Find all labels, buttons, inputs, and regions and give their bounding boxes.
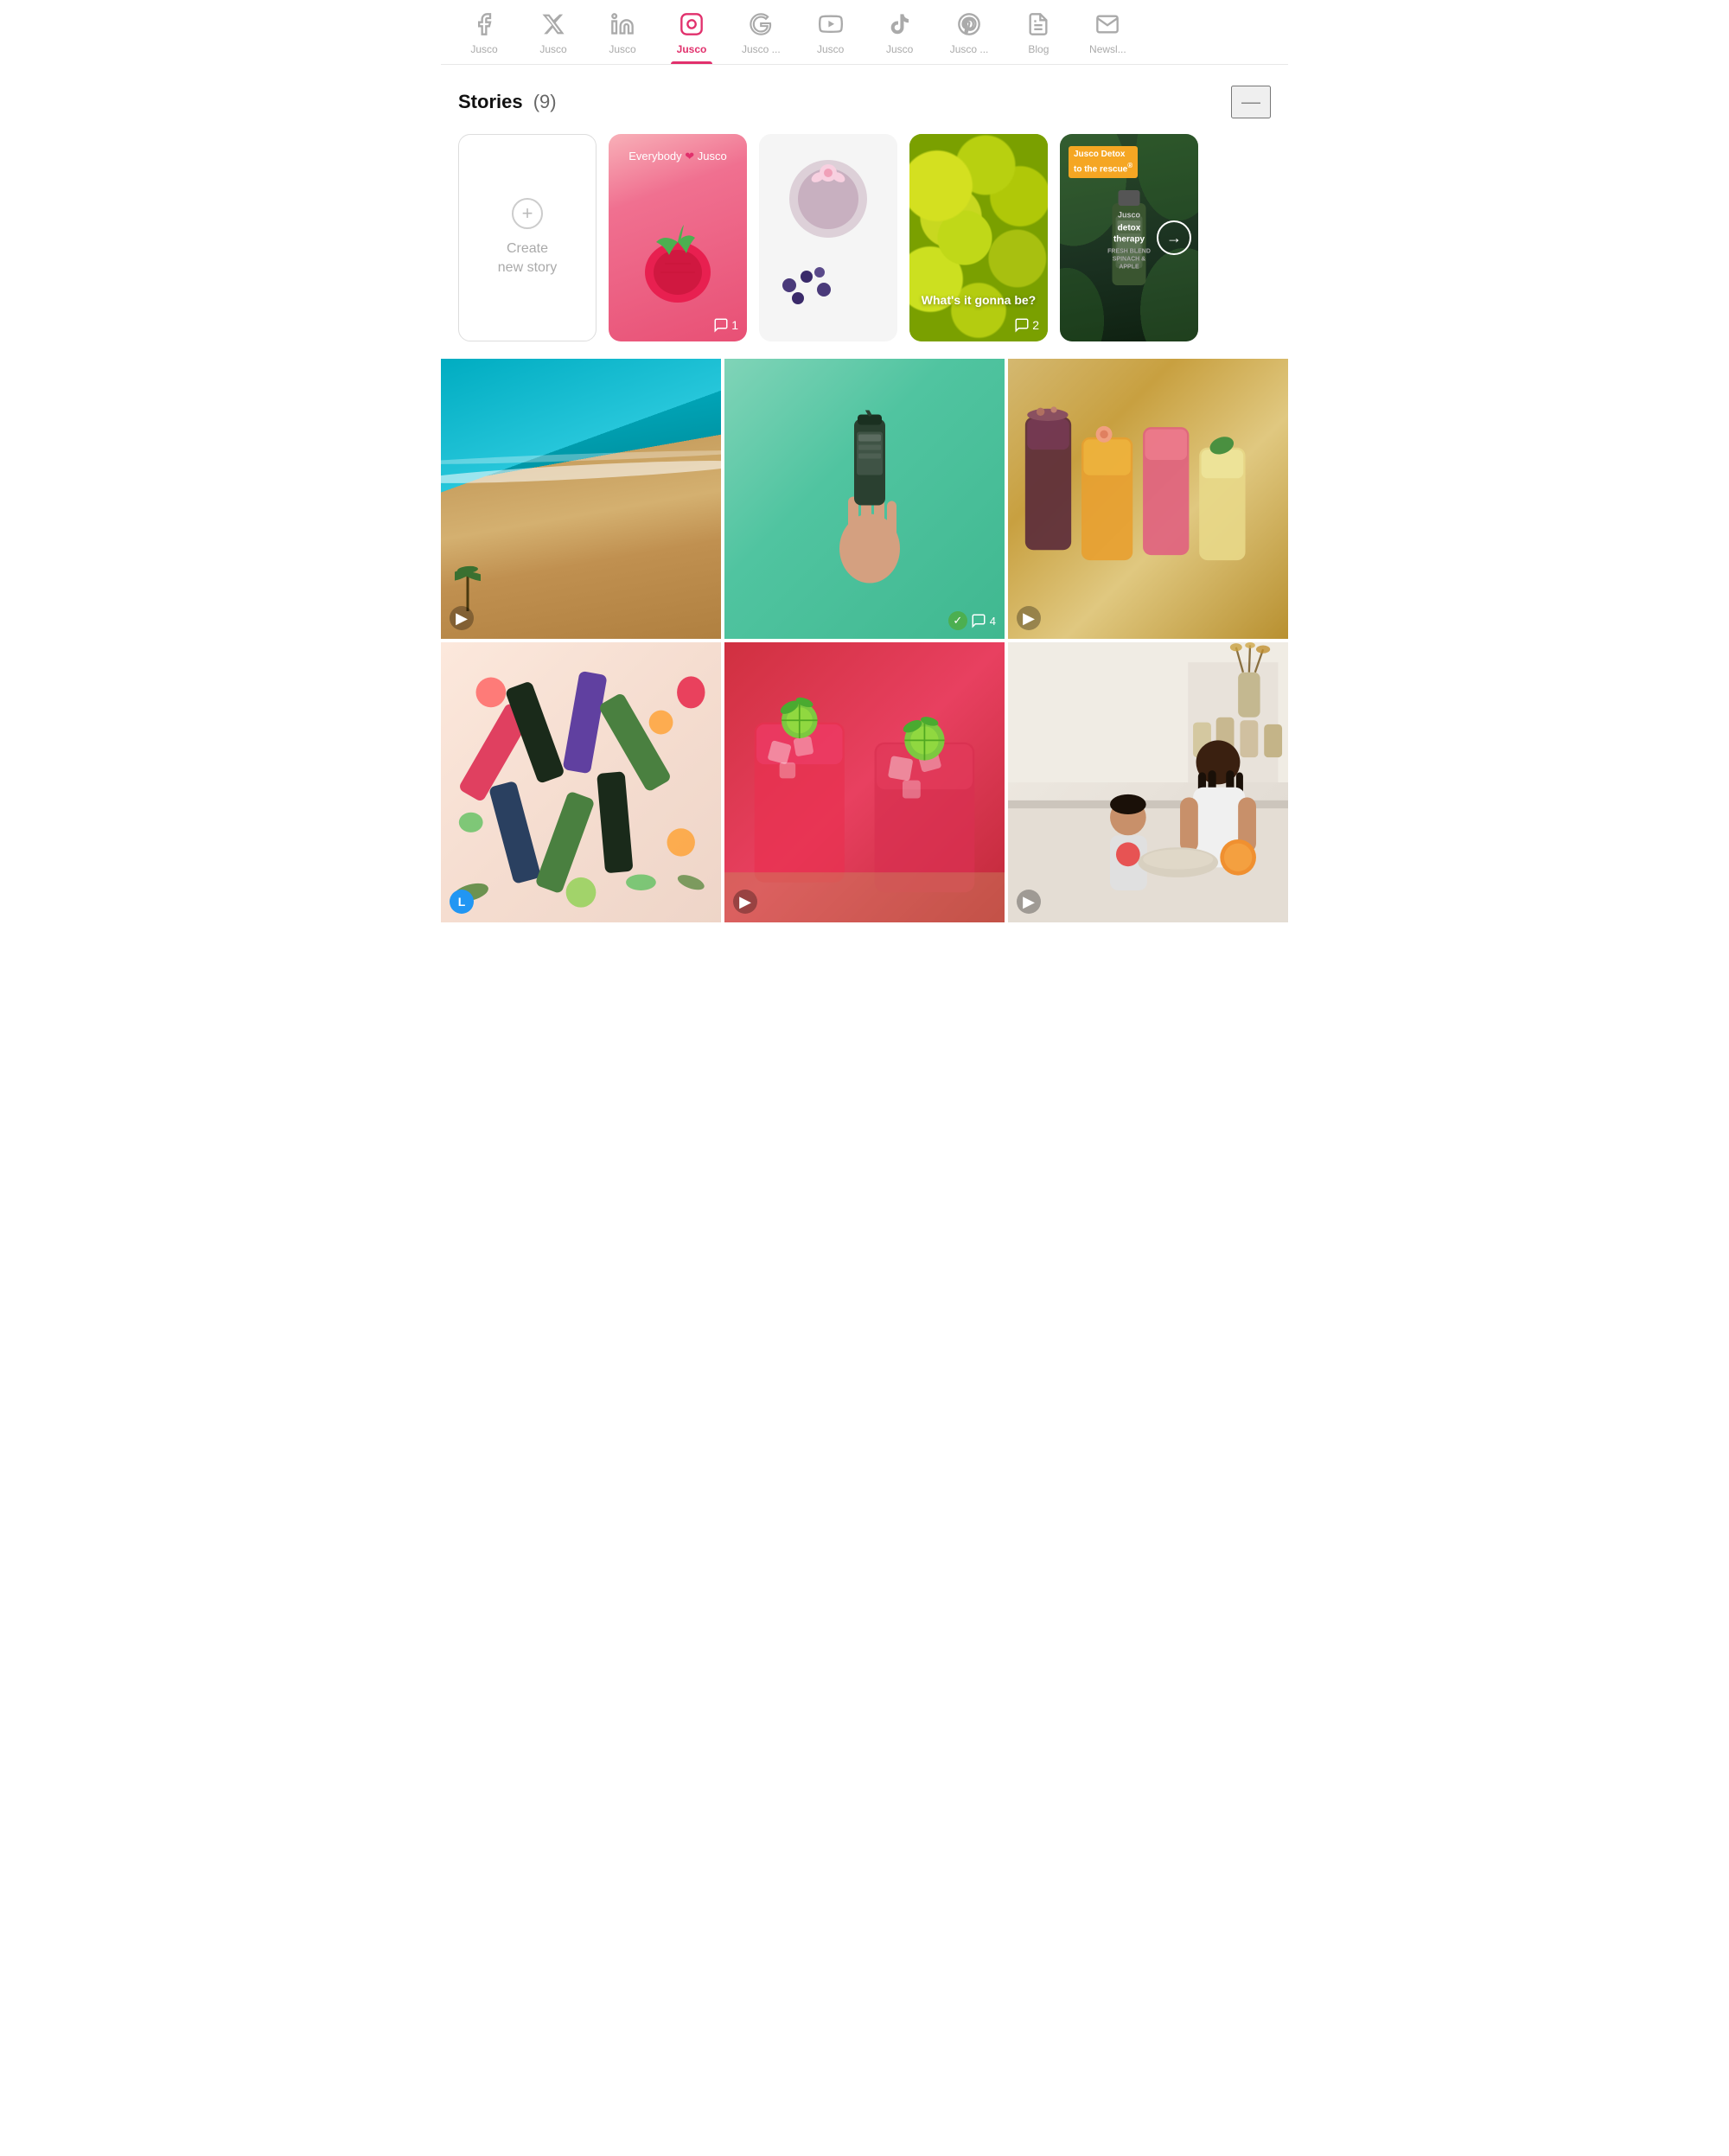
nav-instagram-label: Jusco	[677, 43, 707, 55]
story-card-strawberry[interactable]: Everybody ❤ Jusco 1	[609, 134, 747, 341]
tiktok-icon	[888, 12, 912, 40]
nav-tiktok-label: Jusco	[886, 43, 913, 55]
youtube-icon	[819, 12, 843, 40]
nav-newsletter-label: Newsl...	[1089, 43, 1126, 55]
user-badge: L	[450, 890, 474, 914]
lemon-circles	[909, 134, 1048, 341]
create-plus-icon: +	[512, 198, 543, 229]
play-button-drinks[interactable]: ▶	[733, 890, 757, 914]
newsletter-icon	[1095, 12, 1120, 40]
post-beach[interactable]: ▶	[441, 359, 721, 639]
detox-arrow-button[interactable]: →	[1157, 220, 1191, 255]
nav-blog[interactable]: Blog	[1004, 0, 1073, 64]
story-comments-badge: 1	[713, 317, 738, 333]
stories-section: Stories (9) — + Createnew story Everybod…	[441, 65, 1288, 355]
play-button[interactable]: ▶	[450, 606, 474, 630]
nav-pinterest[interactable]: Jusco ...	[935, 0, 1005, 64]
stories-title: Stories (9)	[458, 91, 557, 113]
twitter-icon	[541, 12, 565, 40]
nav-twitter[interactable]: Jusco	[519, 0, 588, 64]
nav-linkedin[interactable]: Jusco	[588, 0, 657, 64]
stories-header: Stories (9) —	[458, 86, 1271, 118]
post-bottle-hand[interactable]: ✓ 4	[724, 359, 1005, 639]
story-card-detox[interactable]: Jusco Detoxto the rescue®	[1060, 134, 1198, 341]
bottles-image	[441, 642, 721, 922]
detox-bottle-text: Jusco detoxtherapy FRESH BLENDSPINACH & …	[1107, 211, 1151, 271]
top-nav: Jusco Jusco Jusco Jusco	[441, 0, 1288, 65]
story-card-top-text: Everybody ❤ Jusco	[609, 150, 747, 163]
bottle-hand-image	[724, 359, 1005, 639]
check-icon: ✓	[948, 611, 967, 630]
blog-icon	[1026, 12, 1050, 40]
red-drinks-image	[724, 642, 1005, 922]
nav-instagram[interactable]: Jusco	[657, 0, 726, 64]
nav-blog-label: Blog	[1028, 43, 1049, 55]
pinterest-icon	[957, 12, 981, 40]
kitchen-decoration	[1008, 642, 1288, 922]
collapse-stories-button[interactable]: —	[1231, 86, 1271, 118]
red-drinks-decoration	[724, 642, 1005, 922]
story-lemon-comments: 2	[1014, 317, 1039, 333]
bottle-hand-decoration	[818, 411, 922, 588]
post-badge-check: ✓ 4	[948, 611, 996, 630]
beach-image	[441, 359, 721, 639]
palm-tree-decoration	[455, 559, 481, 611]
stories-row: + Createnew story Everybody ❤ Jusco	[458, 134, 1271, 341]
create-story-card[interactable]: + Createnew story	[458, 134, 597, 341]
bottles-decoration	[441, 642, 721, 922]
kitchen-image	[1008, 642, 1288, 922]
linkedin-icon	[610, 12, 635, 40]
detox-tag: Jusco Detoxto the rescue®	[1069, 146, 1138, 178]
nav-youtube[interactable]: Jusco	[796, 0, 865, 64]
smoothies-image	[1008, 359, 1288, 639]
nav-facebook-label: Jusco	[470, 43, 497, 55]
nav-linkedin-label: Jusco	[609, 43, 635, 55]
post-kitchen[interactable]: ▶	[1008, 642, 1288, 922]
instagram-icon	[679, 12, 704, 40]
post-smoothies[interactable]: ▶	[1008, 359, 1288, 639]
play-button-kitchen[interactable]: ▶	[1017, 890, 1041, 914]
nav-tiktok[interactable]: Jusco	[865, 0, 935, 64]
strawberry-decoration	[639, 216, 717, 303]
blueberries-decoration	[776, 259, 845, 316]
play-button-smoothies[interactable]: ▶	[1017, 606, 1041, 630]
lemon-story-text: What's it gonna be?	[909, 293, 1048, 307]
create-story-label: Createnew story	[498, 239, 557, 278]
nav-facebook[interactable]: Jusco	[450, 0, 519, 64]
story-card-lemon[interactable]: What's it gonna be? 2	[909, 134, 1048, 341]
stories-count: (9)	[533, 91, 557, 112]
smoothie-cup-decoration	[785, 156, 871, 242]
nav-google[interactable]: Jusco ...	[726, 0, 796, 64]
google-icon	[749, 12, 773, 40]
nav-youtube-label: Jusco	[817, 43, 844, 55]
glasses-decoration	[1008, 359, 1288, 639]
post-red-drinks[interactable]: ▶	[724, 642, 1005, 922]
nav-newsletter[interactable]: Newsl...	[1073, 0, 1142, 64]
post-bottles[interactable]: L	[441, 642, 721, 922]
nav-twitter-label: Jusco	[539, 43, 566, 55]
nav-pinterest-label: Jusco ...	[950, 43, 989, 55]
facebook-icon	[472, 12, 496, 40]
nav-google-label: Jusco ...	[742, 43, 781, 55]
posts-grid: ▶	[441, 355, 1288, 926]
story-card-smoothie[interactable]	[759, 134, 897, 341]
